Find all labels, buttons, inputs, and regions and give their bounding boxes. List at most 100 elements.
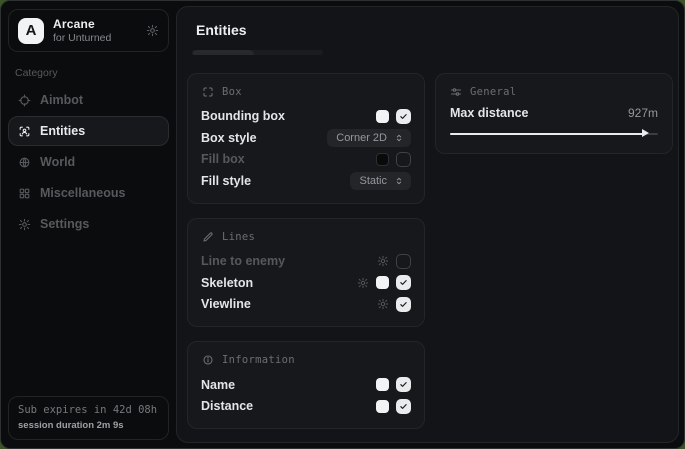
sidebar-item-aimbot[interactable]: Aimbot <box>8 85 169 115</box>
color-swatch[interactable] <box>376 110 389 123</box>
max-distance-label: Max distance <box>450 106 529 120</box>
globe-icon <box>18 156 31 169</box>
row-controls: Corner 2D <box>327 129 411 147</box>
color-swatch[interactable] <box>376 378 389 391</box>
session-duration-text: session duration 2m 9s <box>18 420 159 431</box>
checkbox-unchecked[interactable] <box>396 254 411 269</box>
brand-card: A Arcane for Unturned <box>8 9 169 52</box>
checkbox-checked[interactable] <box>396 297 411 312</box>
setting-row-viewline: Viewline <box>201 294 411 316</box>
app-title: Arcane <box>53 17 111 31</box>
setting-label: Skeleton <box>201 276 253 290</box>
setting-label: Distance <box>201 399 253 413</box>
gear-icon[interactable] <box>146 24 159 37</box>
setting-row-name: Name <box>201 374 411 396</box>
color-swatch[interactable] <box>376 276 389 289</box>
setting-row-skeleton: Skeleton <box>201 272 411 294</box>
box-card-header: Box <box>202 86 410 98</box>
brand-text: Arcane for Unturned <box>53 17 111 44</box>
chevron-up-down-icon <box>394 176 404 186</box>
row-controls <box>376 399 411 414</box>
setting-label: Name <box>201 378 235 392</box>
box-style-dropdown[interactable]: Corner 2D <box>327 129 411 147</box>
sliders-icon <box>450 86 462 98</box>
lines-card-header: Lines <box>202 231 410 243</box>
checkbox-unchecked[interactable] <box>396 152 411 167</box>
row-controls <box>377 297 411 312</box>
gear-icon <box>18 218 31 231</box>
sidebar-item-label: Entities <box>40 124 85 138</box>
row-controls <box>357 275 411 290</box>
sidebar-item-settings[interactable]: Settings <box>8 209 169 239</box>
sidebar-item-miscellaneous[interactable]: Miscellaneous <box>8 178 169 208</box>
content: Box Bounding box Box style <box>187 73 668 430</box>
setting-label: Box style <box>201 131 257 145</box>
color-swatch[interactable] <box>376 400 389 413</box>
setting-row-fill-style: Fill style Static <box>201 170 411 192</box>
setting-row-line-to-enemy: Line to enemy <box>201 251 411 273</box>
info-icon <box>202 354 214 366</box>
sidebar-item-label: World <box>40 155 75 169</box>
setting-row-fill-box: Fill box <box>201 149 411 171</box>
checkbox-checked[interactable] <box>396 109 411 124</box>
gear-icon[interactable] <box>357 277 369 289</box>
tab-player[interactable]: Player <box>192 50 254 55</box>
right-column: General Max distance 927m <box>435 73 673 154</box>
setting-label: Fill style <box>201 174 251 188</box>
row-controls <box>377 254 411 269</box>
dropdown-value: Static <box>359 175 387 187</box>
checkbox-checked[interactable] <box>396 377 411 392</box>
lines-card-title: Lines <box>222 231 255 243</box>
max-distance-row: Max distance 927m <box>450 106 658 120</box>
tab-zombie[interactable]: Zombie <box>254 50 323 55</box>
setting-row-distance: Distance <box>201 396 411 418</box>
sidebar: A Arcane for Unturned Category <box>1 1 176 448</box>
checkbox-checked[interactable] <box>396 275 411 290</box>
tab-group: Player Zombie <box>192 50 323 55</box>
row-controls <box>376 377 411 392</box>
general-card: General Max distance 927m <box>435 73 673 154</box>
sidebar-item-world[interactable]: World <box>8 147 169 177</box>
crosshair-icon <box>18 94 31 107</box>
dropdown-value: Corner 2D <box>336 132 387 144</box>
setting-label: Bounding box <box>201 109 285 123</box>
setting-label: Line to enemy <box>201 254 285 268</box>
lines-card: Lines Line to enemy <box>187 218 425 328</box>
app-logo: A <box>18 18 44 44</box>
row-controls: Static <box>350 172 411 190</box>
sidebar-item-entities[interactable]: Entities <box>8 116 169 146</box>
app-window: A Arcane for Unturned Category <box>0 0 685 449</box>
grid-icon <box>18 187 31 200</box>
setting-label: Fill box <box>201 152 245 166</box>
checkbox-checked[interactable] <box>396 399 411 414</box>
information-card-title: Information <box>222 354 295 366</box>
sidebar-item-label: Miscellaneous <box>40 186 125 200</box>
sidebar-item-label: Aimbot <box>40 93 83 107</box>
sidebar-nav: Aimbot Entities <box>8 85 169 239</box>
subscription-card: Sub expires in 42d 08h session duration … <box>8 396 169 440</box>
entity-scan-icon <box>18 125 31 138</box>
box-card-title: Box <box>222 86 242 98</box>
information-card: Information Name Distance <box>187 341 425 429</box>
left-column: Box Bounding box Box style <box>187 73 425 430</box>
fill-style-dropdown[interactable]: Static <box>350 172 411 190</box>
row-controls <box>376 152 411 167</box>
page-title: Entities <box>196 22 668 38</box>
information-card-header: Information <box>202 354 410 366</box>
setting-label: Viewline <box>201 297 251 311</box>
pencil-icon <box>202 231 214 243</box>
general-card-title: General <box>470 86 516 98</box>
box-card: Box Bounding box Box style <box>187 73 425 204</box>
category-label: Category <box>15 67 162 79</box>
sidebar-item-label: Settings <box>40 217 89 231</box>
max-distance-slider-fill[interactable] <box>450 133 643 135</box>
chevron-up-down-icon <box>394 133 404 143</box>
gear-icon[interactable] <box>377 298 389 310</box>
max-distance-slider[interactable] <box>450 129 658 139</box>
max-distance-value: 927m <box>628 106 658 120</box>
general-card-header: General <box>450 86 658 98</box>
setting-row-box-style: Box style Corner 2D <box>201 127 411 149</box>
color-swatch[interactable] <box>376 153 389 166</box>
gear-icon[interactable] <box>377 255 389 267</box>
sub-expiry-text: Sub expires in 42d 08h <box>18 404 159 416</box>
